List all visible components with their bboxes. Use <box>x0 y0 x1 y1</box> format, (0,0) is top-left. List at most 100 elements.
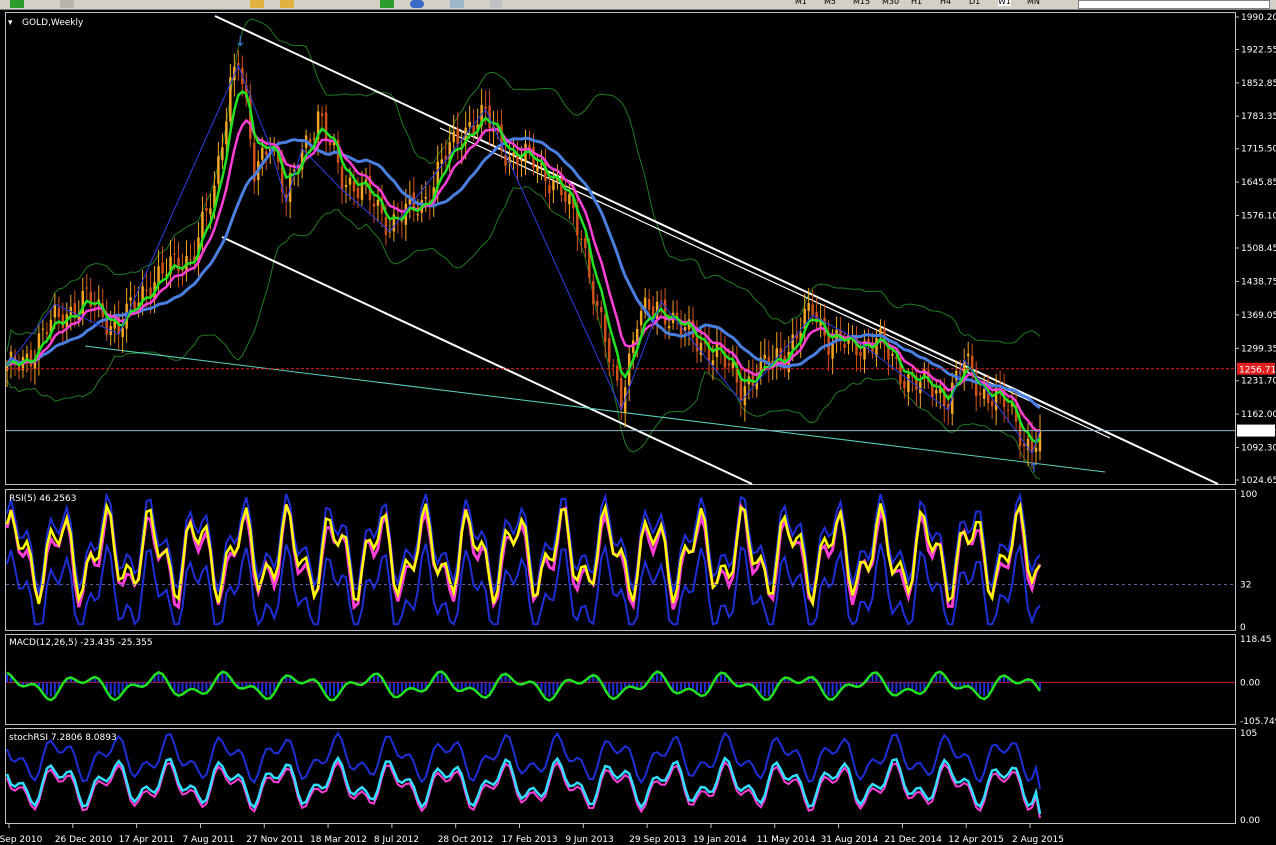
rsi-panel-label: RSI(5) 46.2563 <box>9 494 76 504</box>
rsi-line <box>5 501 1041 608</box>
time-tick-label: 12 Apr 2015 <box>948 835 1004 845</box>
time-tick-label: 5 Sep 2010 <box>0 835 43 845</box>
candle-body <box>45 331 49 335</box>
macd-indicator: 118.45 0.00 -105.749 <box>6 635 1276 727</box>
price-tick-label: 1162.00 <box>1241 410 1276 420</box>
candle-body <box>173 253 176 255</box>
candle-body <box>608 338 611 363</box>
chart-area: ↓↑ 1256.711127.72 100320 118.450.00-105.… <box>0 12 1276 845</box>
macd-tick-label: 118.45 <box>1240 635 1272 645</box>
candle-body <box>209 208 212 215</box>
candle-body <box>85 287 88 289</box>
candle-body <box>739 379 743 402</box>
price-tick-label: 1369.05 <box>1241 311 1276 321</box>
stochrsi-panel-label: stochRSI 7.2806 8.0893 <box>9 733 117 743</box>
candle-body <box>647 299 651 310</box>
candle-body <box>61 314 65 328</box>
arrow-up-icon: ↑ <box>1028 461 1040 477</box>
candle-body <box>384 217 388 235</box>
upper-channel-line <box>214 15 1219 485</box>
panel-frames <box>5 12 1236 824</box>
price-tick-label: 1645.85 <box>1241 178 1276 188</box>
stoch-tick-label: 0.00 <box>1240 816 1260 826</box>
zigzag: ↓↑ <box>6 34 1041 477</box>
candle-body <box>592 281 595 305</box>
candle-body <box>879 328 882 335</box>
price-tick-label: 1576.10 <box>1241 212 1276 222</box>
time-tick-label: 29 Sep 2013 <box>629 835 686 845</box>
trendlines <box>84 15 1219 485</box>
candle-body <box>225 121 228 145</box>
price-tick-label: 1990.20 <box>1241 13 1276 23</box>
candle-body <box>651 306 655 316</box>
macd-panel-label: MACD(12,26,5) -23.435 -25.355 <box>9 638 153 648</box>
candle-body <box>261 147 264 160</box>
candle-body <box>982 388 986 399</box>
candle-body <box>320 113 324 117</box>
candle-body <box>580 239 583 241</box>
candle-body <box>312 138 316 140</box>
time-axis: 5 Sep 2010 26 Dec 2010 17 Apr 2011 7 Aug 20… <box>0 824 1064 845</box>
candle-body <box>548 184 551 194</box>
candle-body <box>564 191 567 202</box>
bollinger-bands <box>6 18 1041 480</box>
time-tick-label: 17 Apr 2011 <box>119 835 175 845</box>
candle-body <box>328 142 332 146</box>
candle-body <box>552 180 555 191</box>
time-tick-label: 2 Aug 2015 <box>1012 835 1064 845</box>
time-tick-label: 28 Oct 2012 <box>438 835 494 845</box>
arrow-down-icon: ↓ <box>234 34 246 50</box>
main-panel-label: GOLD,Weekly <box>22 18 84 28</box>
panel-menu-icon[interactable]: ▾ <box>8 18 13 28</box>
price-tick-label: 1852.85 <box>1241 79 1276 89</box>
candle-body <box>205 207 208 211</box>
price-tick-label: 1715.50 <box>1241 145 1276 155</box>
candle-body <box>376 199 380 206</box>
candle-body <box>356 187 360 199</box>
bollinger-upper-line <box>6 18 1041 352</box>
candle-body <box>416 214 420 216</box>
candle-body <box>221 147 224 161</box>
time-tick-label: 18 Mar 2012 <box>310 835 367 845</box>
rsi-panel-frame <box>5 489 1236 631</box>
time-tick-label: 19 Jan 2014 <box>693 835 747 845</box>
candle-body <box>424 196 428 199</box>
candles <box>5 50 1042 469</box>
candle-body <box>340 166 344 190</box>
candle-body <box>177 257 180 272</box>
price-tick-label: 1922.55 <box>1241 45 1276 55</box>
candle-body <box>1034 447 1038 452</box>
candle-body <box>1006 409 1010 411</box>
candle-body <box>596 300 599 307</box>
candle-body <box>145 289 148 291</box>
candle-body <box>29 349 33 367</box>
candle-body <box>512 152 515 157</box>
candle-body <box>978 392 982 396</box>
candle-body <box>903 380 906 389</box>
candle-body <box>935 389 938 394</box>
candle-body <box>452 131 455 143</box>
candle-body <box>440 159 443 164</box>
candle-body <box>352 180 356 192</box>
time-tick-label: 21 Dec 2014 <box>884 835 942 845</box>
stochrsi-indicator: 105 0.00 <box>5 729 1260 826</box>
candle-body <box>93 305 96 307</box>
macd-tick-label: -105.749 <box>1240 717 1276 727</box>
candle-body <box>891 353 894 356</box>
candle-body <box>843 344 846 348</box>
candle-body <box>57 307 61 318</box>
price-tick-label: 1508.45 <box>1241 244 1276 254</box>
price-tick-label: 1438.75 <box>1241 277 1276 287</box>
time-tick-label: 8 Jul 2012 <box>374 835 419 845</box>
candle-body <box>584 238 587 249</box>
macd-panel-frame <box>5 634 1236 725</box>
candle-body <box>727 363 731 366</box>
zigzag-line <box>6 64 1041 455</box>
macd-tick-label: 0.00 <box>1240 678 1260 688</box>
stoch-tick-label: 105 <box>1240 729 1257 739</box>
candle-body <box>807 303 810 311</box>
candle-body <box>966 353 970 357</box>
inner-resistance-line <box>439 127 1111 439</box>
price-tick-label: 1024.65 <box>1241 476 1276 486</box>
candle-body <box>217 156 220 184</box>
